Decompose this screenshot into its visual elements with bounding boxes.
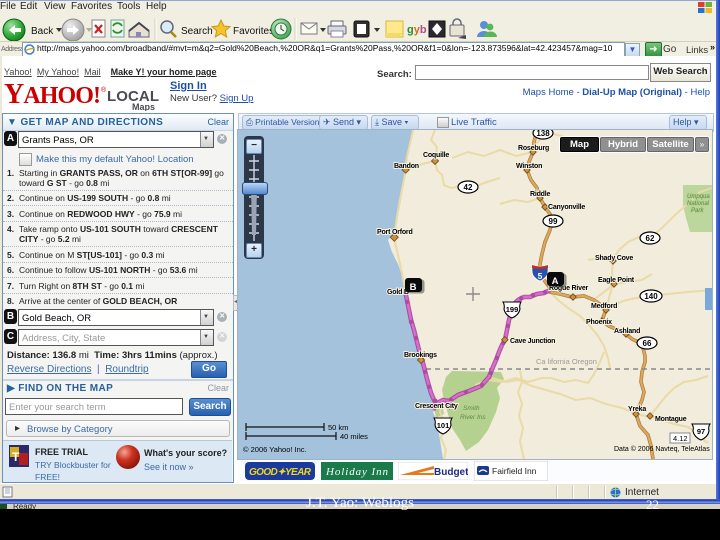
svg-text:Medford: Medford	[591, 303, 617, 310]
svg-text:Bandon: Bandon	[394, 163, 419, 170]
svg-text:gyb: gyb	[407, 24, 427, 36]
svg-text:199: 199	[506, 305, 519, 314]
svg-text:97: 97	[697, 427, 705, 436]
svg-text:Winston: Winston	[516, 163, 542, 170]
svg-text:YAHOO!: YAHOO!	[4, 79, 101, 110]
svg-text:Crescent City: Crescent City	[415, 403, 458, 410]
svg-text:Phoenix: Phoenix	[586, 319, 612, 326]
svg-text:Coquille: Coquille	[423, 152, 449, 159]
svg-text:Yreka: Yreka	[628, 406, 646, 413]
svg-text:Cave Junction: Cave Junction	[510, 338, 555, 345]
svg-text:40 miles: 40 miles	[340, 432, 368, 441]
svg-text:5: 5	[538, 271, 543, 281]
svg-text:River Ins: River Ins	[460, 414, 486, 421]
svg-text:Back: Back	[31, 26, 54, 37]
svg-text:B: B	[410, 282, 417, 293]
svg-text:Park: Park	[691, 208, 704, 214]
svg-text:Data © 2006 Navteq, TeleAtlas: Data © 2006 Navteq, TeleAtlas	[614, 445, 710, 453]
svg-text:T: T	[12, 450, 20, 464]
svg-text:© 2006 Yahoo! Inc.: © 2006 Yahoo! Inc.	[243, 445, 307, 454]
svg-text:Brookings: Brookings	[404, 352, 437, 359]
svg-text:140: 140	[644, 292, 658, 301]
svg-text:Riddle: Riddle	[530, 191, 550, 198]
svg-text:4.12: 4.12	[673, 434, 688, 443]
svg-text:Search: Search	[181, 26, 213, 37]
svg-text:66: 66	[643, 339, 652, 348]
svg-text:99: 99	[549, 217, 558, 226]
svg-text:Favorites: Favorites	[233, 26, 274, 37]
svg-text:A: A	[552, 276, 559, 287]
svg-text:101: 101	[437, 421, 450, 430]
svg-text:Ashland: Ashland	[614, 328, 640, 335]
svg-text:Montague: Montague	[655, 416, 687, 423]
svg-text:Umpqua: Umpqua	[687, 194, 710, 200]
svg-text:Budget: Budget	[434, 467, 468, 478]
svg-text:Smith: Smith	[463, 405, 480, 412]
svg-text:Eagle Point: Eagle Point	[598, 277, 635, 284]
svg-text:Fairfield Inn: Fairfield Inn	[492, 466, 537, 476]
svg-text:Ca lifornia Oregon: Ca lifornia Oregon	[536, 357, 597, 366]
svg-text:62: 62	[646, 234, 655, 243]
svg-text:Canyonville: Canyonville	[548, 204, 585, 211]
svg-text:Maps: Maps	[132, 102, 155, 111]
svg-text:138: 138	[536, 130, 550, 138]
svg-text:Port Orford: Port Orford	[377, 229, 413, 236]
svg-text:GOOD✦YEAR: GOOD✦YEAR	[249, 467, 312, 478]
svg-text:50 km: 50 km	[328, 423, 348, 432]
svg-text:Shady Cove: Shady Cove	[595, 255, 633, 262]
svg-text:National: National	[687, 201, 710, 207]
svg-text:42: 42	[464, 183, 473, 192]
svg-text:Holiday Inn: Holiday Inn	[325, 466, 389, 478]
svg-text:Roseburg: Roseburg	[518, 145, 549, 152]
